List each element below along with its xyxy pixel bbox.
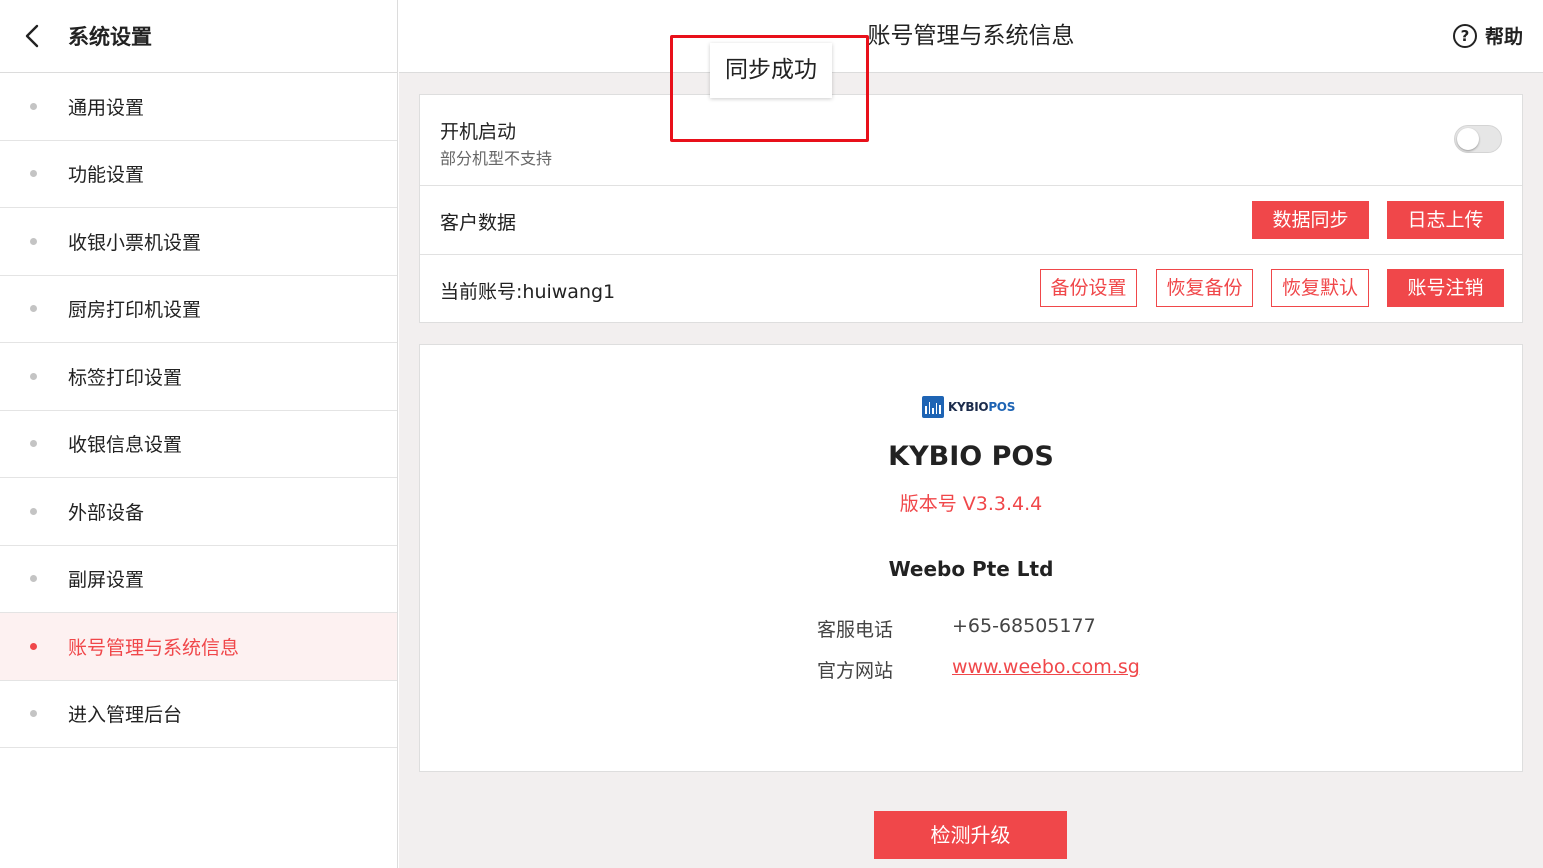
website-label: 官方网站 [817, 660, 894, 682]
boot-start-toggle[interactable] [1454, 125, 1502, 153]
logo-text: KYBIOPOS [948, 400, 1015, 414]
sidebar-item-label: 外部设备 [68, 501, 145, 524]
account-row: 当前账号:huiwang1 备份设置 恢复备份 恢复默认 账号注销 [420, 255, 1522, 322]
bullet-icon [30, 507, 37, 515]
bullet-icon [30, 237, 37, 245]
sidebar-item-label-printing[interactable]: 标签打印设置 [0, 343, 397, 411]
backup-settings-button[interactable]: 备份设置 [1040, 269, 1137, 307]
bullet-icon [30, 170, 37, 178]
boot-start-title: 开机启动 [440, 121, 517, 143]
sidebar-item-cashier-info[interactable]: 收银信息设置 [0, 411, 397, 478]
sidebar-item-admin-backend[interactable]: 进入管理后台 [0, 681, 397, 748]
bullet-icon [30, 372, 37, 380]
sidebar-item-account-system-info[interactable]: 账号管理与系统信息 [0, 613, 397, 681]
sidebar-item-label: 功能设置 [68, 164, 145, 187]
sidebar-item-label: 副屏设置 [68, 569, 145, 592]
top-bar: 账号管理与系统信息 ? 帮助 [399, 0, 1543, 73]
bullet-icon [30, 305, 37, 313]
account-logout-button[interactable]: 账号注销 [1387, 269, 1504, 307]
check-upgrade-button[interactable]: 检测升级 [874, 811, 1067, 859]
boot-start-subtitle: 部分机型不支持 [440, 149, 553, 168]
sidebar-item-receipt-printer[interactable]: 收银小票机设置 [0, 208, 397, 276]
sidebar-item-label: 进入管理后台 [68, 704, 183, 727]
sidebar-item-label: 厨房打印机设置 [68, 299, 202, 322]
current-account-label: 当前账号:huiwang1 [440, 281, 616, 303]
toggle-knob [1457, 128, 1479, 150]
back-arrow-icon[interactable] [20, 24, 44, 48]
sidebar-item-label: 通用设置 [68, 96, 145, 119]
restore-backup-button[interactable]: 恢复备份 [1156, 269, 1253, 307]
sidebar-item-kitchen-printer[interactable]: 厨房打印机设置 [0, 276, 397, 343]
question-circle-icon: ? [1452, 23, 1477, 48]
sidebar-item-features[interactable]: 功能设置 [0, 141, 397, 208]
sidebar-item-general[interactable]: 通用设置 [0, 73, 397, 141]
sidebar-item-label: 收银小票机设置 [68, 231, 202, 254]
sidebar-item-label: 标签打印设置 [68, 366, 183, 389]
sidebar-header: 系统设置 [0, 0, 397, 73]
logo-text-main: KYBIO [948, 400, 989, 414]
log-upload-button[interactable]: 日志上传 [1387, 201, 1504, 239]
help-label: 帮助 [1484, 26, 1523, 48]
version-label: 版本号 V3.3.4.4 [899, 493, 1043, 515]
boot-start-row: 开机启动 部分机型不支持 [420, 95, 1522, 186]
help-button[interactable]: ? 帮助 [1452, 22, 1523, 49]
sidebar-item-secondary-screen[interactable]: 副屏设置 [0, 546, 397, 613]
kybiopos-logo: KYBIOPOS [922, 395, 1022, 419]
page-title: 账号管理与系统信息 [867, 23, 1075, 49]
company-name: Weebo Pte Ltd [888, 557, 1054, 581]
restore-default-button[interactable]: 恢复默认 [1271, 269, 1369, 307]
phone-label: 客服电话 [817, 619, 894, 641]
bullet-icon [30, 642, 37, 650]
logo-mark-icon [922, 396, 944, 418]
sidebar: 系统设置 通用设置 功能设置 收银小票机设置 厨房打印机设置 标签打印设置 收银… [0, 0, 398, 868]
about-card: KYBIOPOS KYBIO POS 版本号 V3.3.4.4 Weebo Pt… [419, 344, 1523, 772]
bullet-icon [30, 440, 37, 448]
bullet-icon [30, 102, 37, 110]
sidebar-item-external-devices[interactable]: 外部设备 [0, 478, 397, 546]
sync-success-toast: 同步成功 [710, 43, 832, 98]
sidebar-item-label: 收银信息设置 [68, 434, 183, 457]
bullet-icon [30, 575, 37, 583]
customer-data-row: 客户数据 数据同步 日志上传 [420, 186, 1522, 255]
logo-text-accent: POS [988, 400, 1016, 414]
data-sync-button[interactable]: 数据同步 [1252, 201, 1369, 239]
app-name: KYBIO POS [888, 441, 1054, 472]
customer-data-title: 客户数据 [440, 212, 517, 234]
website-link[interactable]: www.weebo.com.sg [952, 656, 1140, 678]
bullet-icon [30, 710, 37, 718]
sidebar-title: 系统设置 [68, 25, 152, 49]
phone-value: +65-68505177 [952, 615, 1096, 637]
settings-card: 开机启动 部分机型不支持 客户数据 数据同步 日志上传 当前账号:huiwang… [419, 94, 1523, 323]
main-panel: 账号管理与系统信息 ? 帮助 开机启动 部分机型不支持 客户数据 数据同步 日志… [399, 0, 1543, 868]
sidebar-item-label: 账号管理与系统信息 [68, 636, 240, 659]
